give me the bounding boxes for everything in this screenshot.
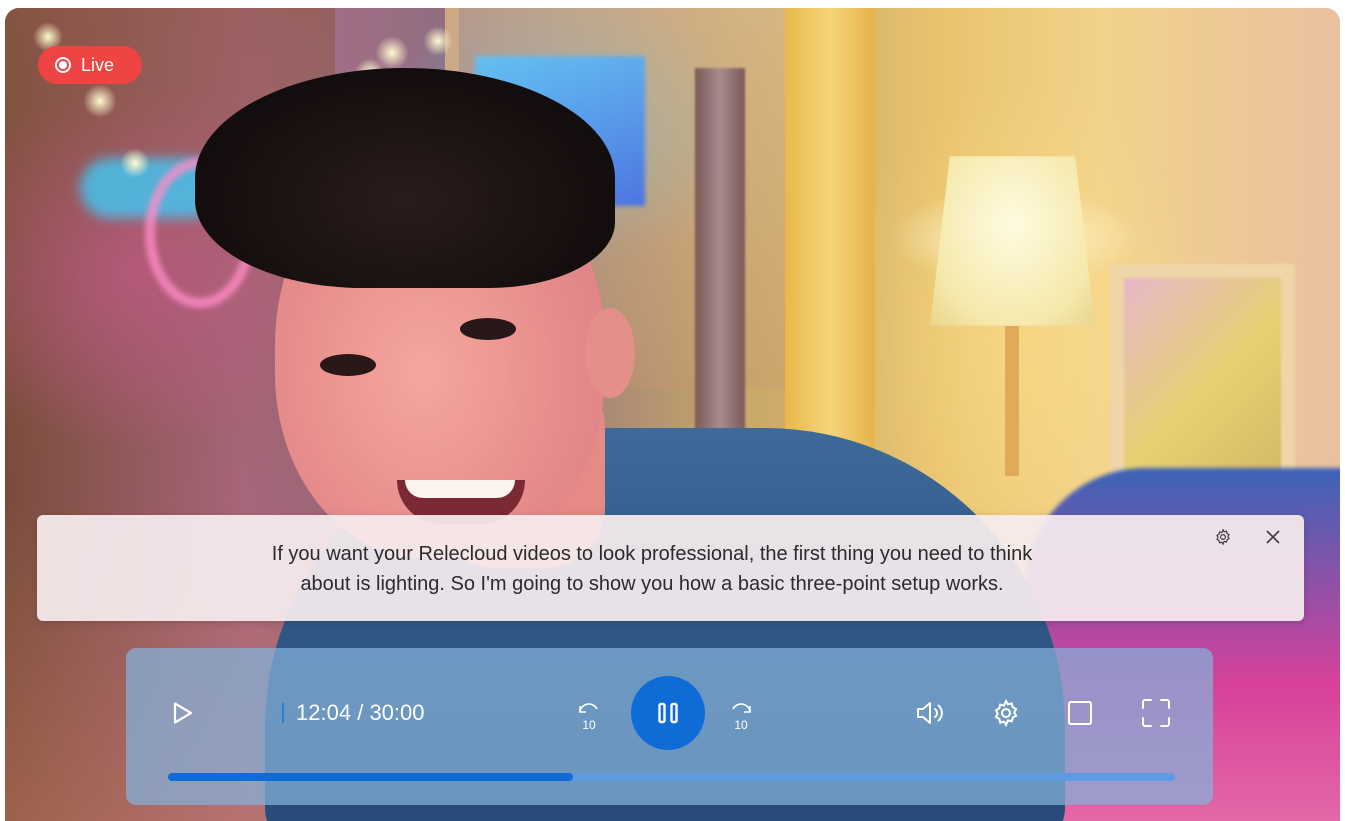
background-lamp-shade xyxy=(930,156,1095,326)
rewind-10-button[interactable]: 10 xyxy=(574,700,604,734)
forward-10-button[interactable]: 10 xyxy=(726,700,756,734)
time-separator: / xyxy=(357,700,364,725)
player-control-bar: 12:04 / 30:00 10 10 xyxy=(126,648,1213,805)
progress-bar[interactable] xyxy=(168,773,1175,781)
fullscreen-button[interactable] xyxy=(1137,694,1175,732)
caption-panel: If you want your Relecloud videos to loo… xyxy=(37,515,1304,621)
caption-settings-button[interactable] xyxy=(1211,525,1235,549)
progress-bar-fill xyxy=(168,773,573,781)
miniplayer-button[interactable] xyxy=(1063,694,1097,732)
person-teeth xyxy=(405,480,515,498)
duration: 30:00 xyxy=(369,700,425,725)
background-lamp-stem xyxy=(1005,326,1019,476)
record-dot-icon xyxy=(55,57,71,73)
settings-button[interactable] xyxy=(987,694,1025,732)
bokeh-light xyxy=(83,84,117,118)
fullscreen-icon xyxy=(1142,699,1170,727)
gear-icon xyxy=(1216,528,1230,546)
pause-icon xyxy=(658,702,678,724)
close-icon xyxy=(1266,530,1280,544)
live-label: Live xyxy=(81,54,115,75)
background-guitar xyxy=(695,68,745,448)
play-icon xyxy=(173,702,193,724)
live-badge: Live xyxy=(38,46,142,84)
caption-close-button[interactable] xyxy=(1261,525,1285,549)
caption-text: If you want your Relecloud videos to loo… xyxy=(197,539,1107,599)
time-divider xyxy=(282,703,284,723)
volume-button[interactable] xyxy=(911,694,949,732)
rewind-10-label: 10 xyxy=(582,718,596,732)
current-time: 12:04 xyxy=(296,700,352,725)
square-icon xyxy=(1068,701,1092,725)
forward-10-icon: 10 xyxy=(732,703,751,732)
forward-10-label: 10 xyxy=(734,718,748,732)
caption-line: about is lighting. So I'm going to show … xyxy=(300,573,1004,595)
person-eye xyxy=(460,318,516,340)
gear-icon xyxy=(994,698,1018,728)
rewind-10-icon: 10 xyxy=(579,703,598,732)
caption-line: If you want your Relecloud videos to loo… xyxy=(271,543,1033,565)
play-button[interactable] xyxy=(166,696,200,730)
bokeh-light xyxy=(120,148,150,178)
background-picture-frame xyxy=(1110,264,1295,494)
pause-button[interactable] xyxy=(631,676,705,750)
person-eye xyxy=(320,354,376,376)
time-display: 12:04 / 30:00 xyxy=(282,700,425,726)
volume-icon xyxy=(917,702,943,724)
person-ear xyxy=(585,308,635,398)
bokeh-light xyxy=(423,26,453,56)
person-hair xyxy=(195,68,615,288)
